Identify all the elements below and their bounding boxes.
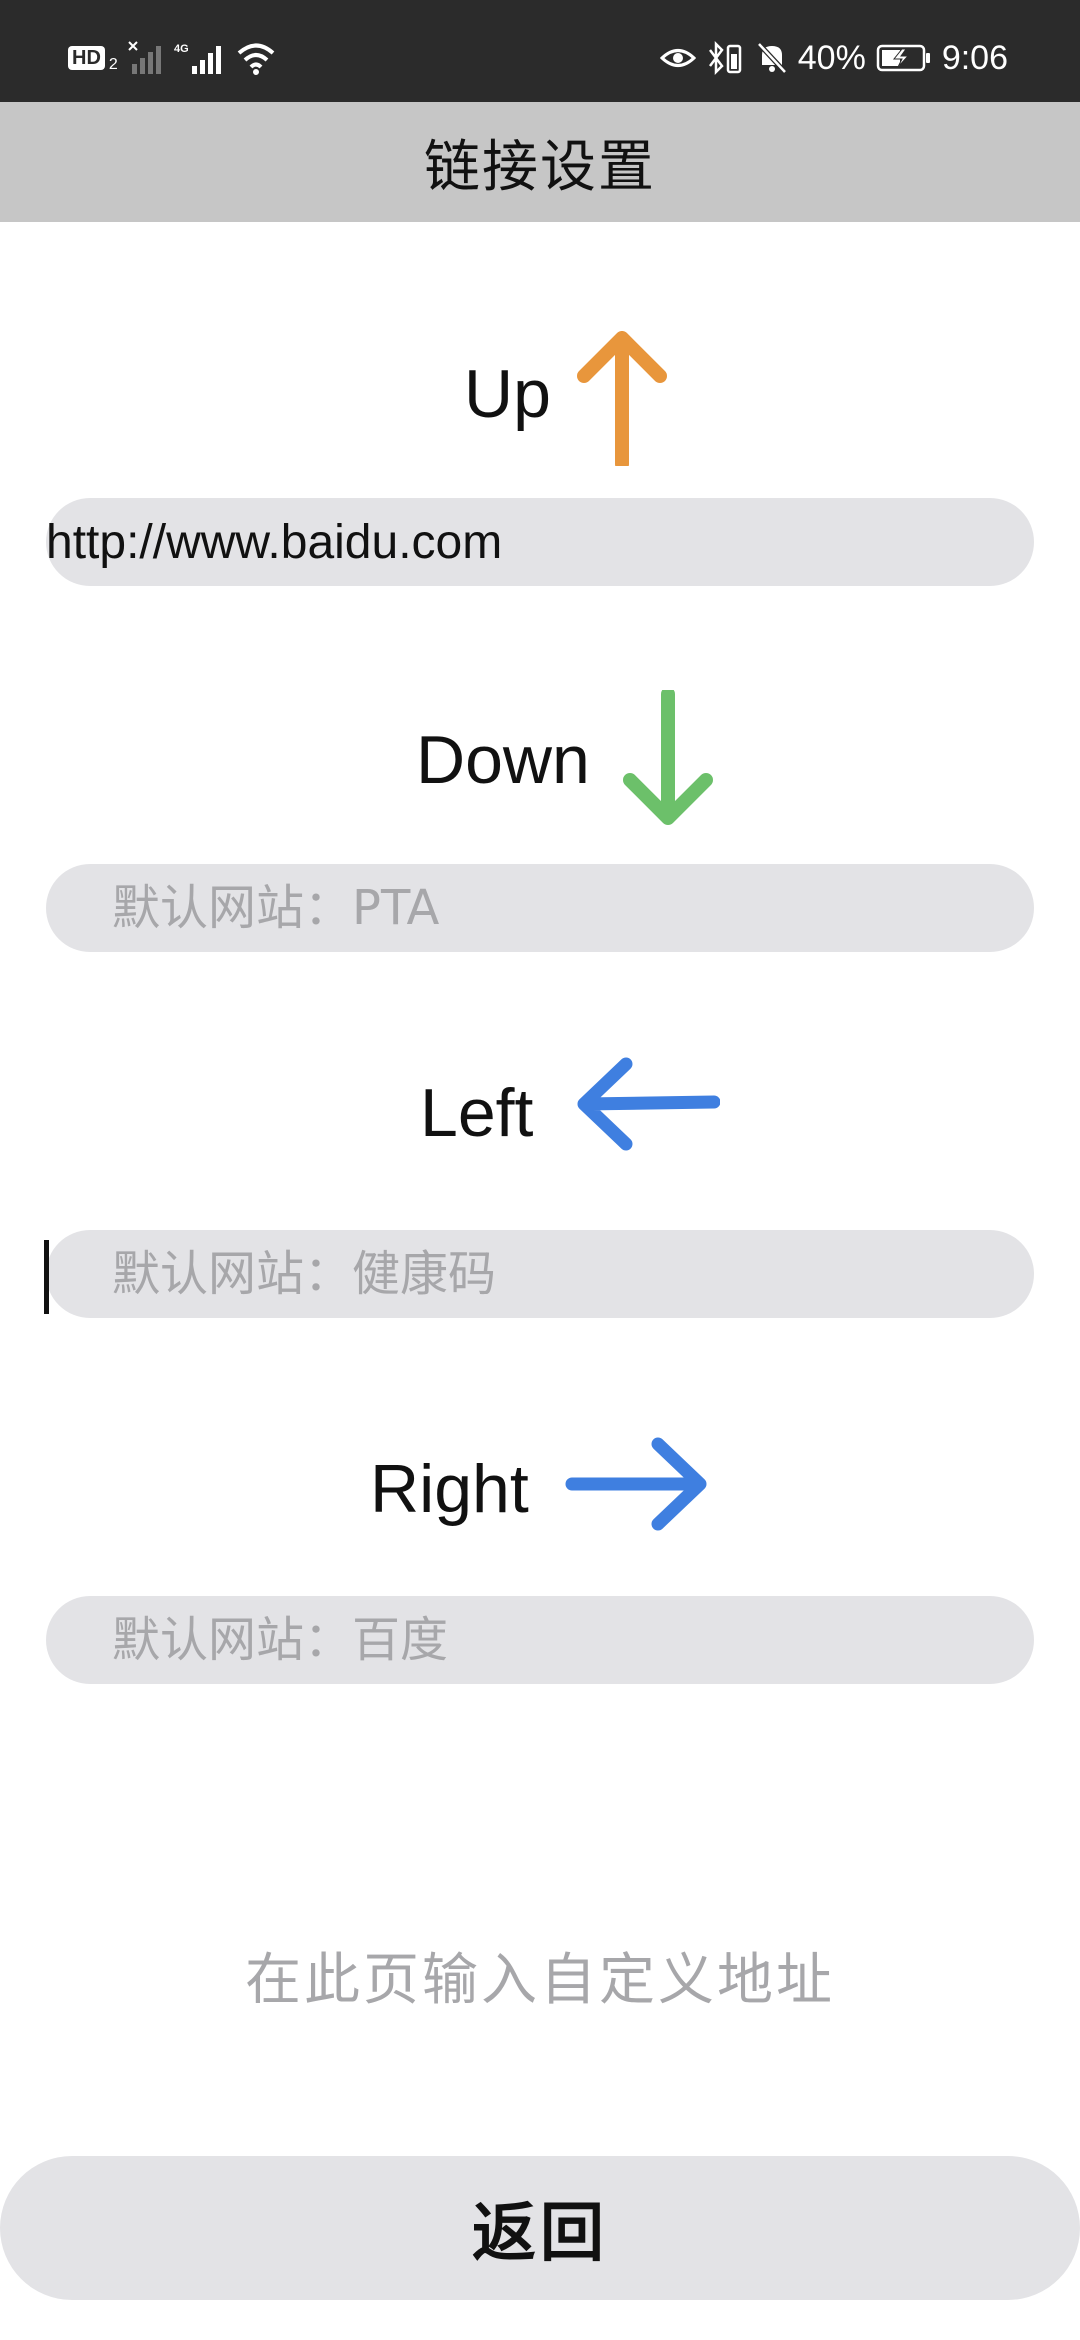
- battery-percent: 40%: [797, 38, 866, 77]
- mute-bell-icon: [756, 41, 788, 75]
- back-button[interactable]: 返回: [0, 2156, 1080, 2300]
- up-label: Up: [464, 356, 551, 432]
- left-label: Left: [420, 1075, 534, 1151]
- hd-sim-number: 2: [108, 56, 118, 73]
- up-url-input[interactable]: [46, 498, 1034, 586]
- up-url-field[interactable]: [46, 498, 1034, 586]
- svg-text:4G: 4G: [174, 43, 189, 55]
- right-label: Right: [370, 1451, 529, 1527]
- right-url-input[interactable]: [46, 1596, 1034, 1684]
- down-label: Down: [416, 722, 590, 798]
- down-arrow-icon: [623, 690, 713, 825]
- eye-icon: [659, 43, 696, 73]
- bluetooth-battery-icon: [706, 40, 746, 76]
- clock: 9:06: [941, 38, 1008, 77]
- status-bar-right: 40% 9:06: [659, 36, 1008, 80]
- left-url-input[interactable]: [46, 1230, 1034, 1318]
- no-signal-icon: [128, 40, 164, 76]
- down-url-field[interactable]: [46, 864, 1034, 952]
- text-cursor: [44, 1240, 49, 1314]
- hint-text: 在此页输入自定义地址: [245, 1948, 835, 2013]
- left-arrow-icon: [577, 1057, 720, 1151]
- hd-voice-icon: HD: [68, 46, 105, 70]
- left-url-field[interactable]: [46, 1230, 1034, 1318]
- title-bar: 链接设置: [0, 102, 1080, 222]
- wifi-icon: [236, 40, 276, 76]
- right-url-field[interactable]: [46, 1596, 1034, 1684]
- up-arrow-icon: [577, 331, 667, 466]
- page-title: 链接设置: [424, 134, 656, 200]
- battery-charging-icon: [876, 43, 932, 73]
- right-arrow-icon: [565, 1437, 707, 1531]
- signal-4g-icon: 4G: [174, 40, 226, 76]
- status-bar: HD 2 4G 40% 9:06: [0, 0, 1080, 102]
- down-url-input[interactable]: [46, 864, 1034, 952]
- status-bar-left: HD 2 4G: [68, 38, 276, 78]
